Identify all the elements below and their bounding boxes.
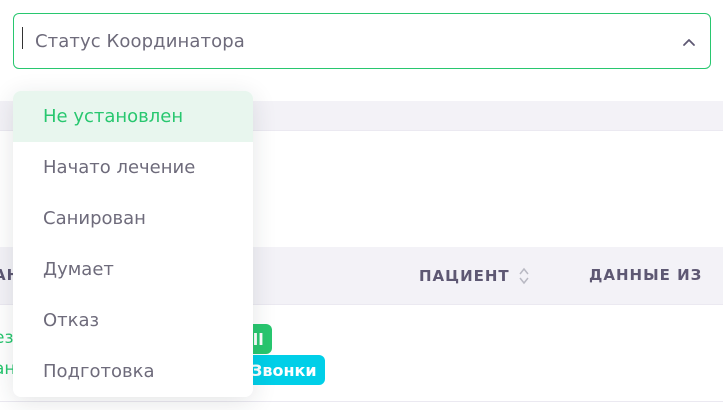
menu-item-label: Санирован	[43, 208, 146, 229]
menu-item-treatment-started[interactable]: Начато лечение	[13, 142, 253, 193]
menu-item-label: Подготовка	[43, 361, 155, 382]
status-dropdown-menu: Не установлен Начато лечение Санирован Д…	[13, 91, 253, 397]
text-cursor	[22, 27, 23, 49]
menu-item-label: Не установлен	[43, 106, 184, 127]
sort-icon[interactable]	[518, 266, 530, 286]
menu-item-label: Отказ	[43, 310, 100, 331]
menu-item-preparation[interactable]: Подготовка	[13, 346, 253, 397]
column-header-patient-label: ПАЦИЕНТ	[419, 267, 510, 285]
select-placeholder: Статус Координатора	[35, 30, 245, 52]
coordinator-status-select[interactable]: Статус Координатора	[13, 13, 711, 69]
menu-item-sanitized[interactable]: Санирован	[13, 193, 253, 244]
row-link-text-1[interactable]: ез	[0, 328, 14, 348]
menu-item-not-set[interactable]: Не установлен	[13, 91, 253, 142]
menu-item-thinking[interactable]: Думает	[13, 244, 253, 295]
menu-item-label: Думает	[43, 259, 114, 280]
menu-item-refusal[interactable]: Отказ	[13, 295, 253, 346]
column-header-data: ДАННЫЕ ИЗ	[589, 266, 703, 284]
row-divider	[0, 401, 723, 402]
menu-item-label: Начато лечение	[43, 157, 196, 178]
status-badge-calls: Звонки	[243, 355, 325, 385]
column-header-patient[interactable]: ПАЦИЕНТ	[419, 266, 530, 286]
chevron-up-icon[interactable]	[682, 35, 696, 49]
